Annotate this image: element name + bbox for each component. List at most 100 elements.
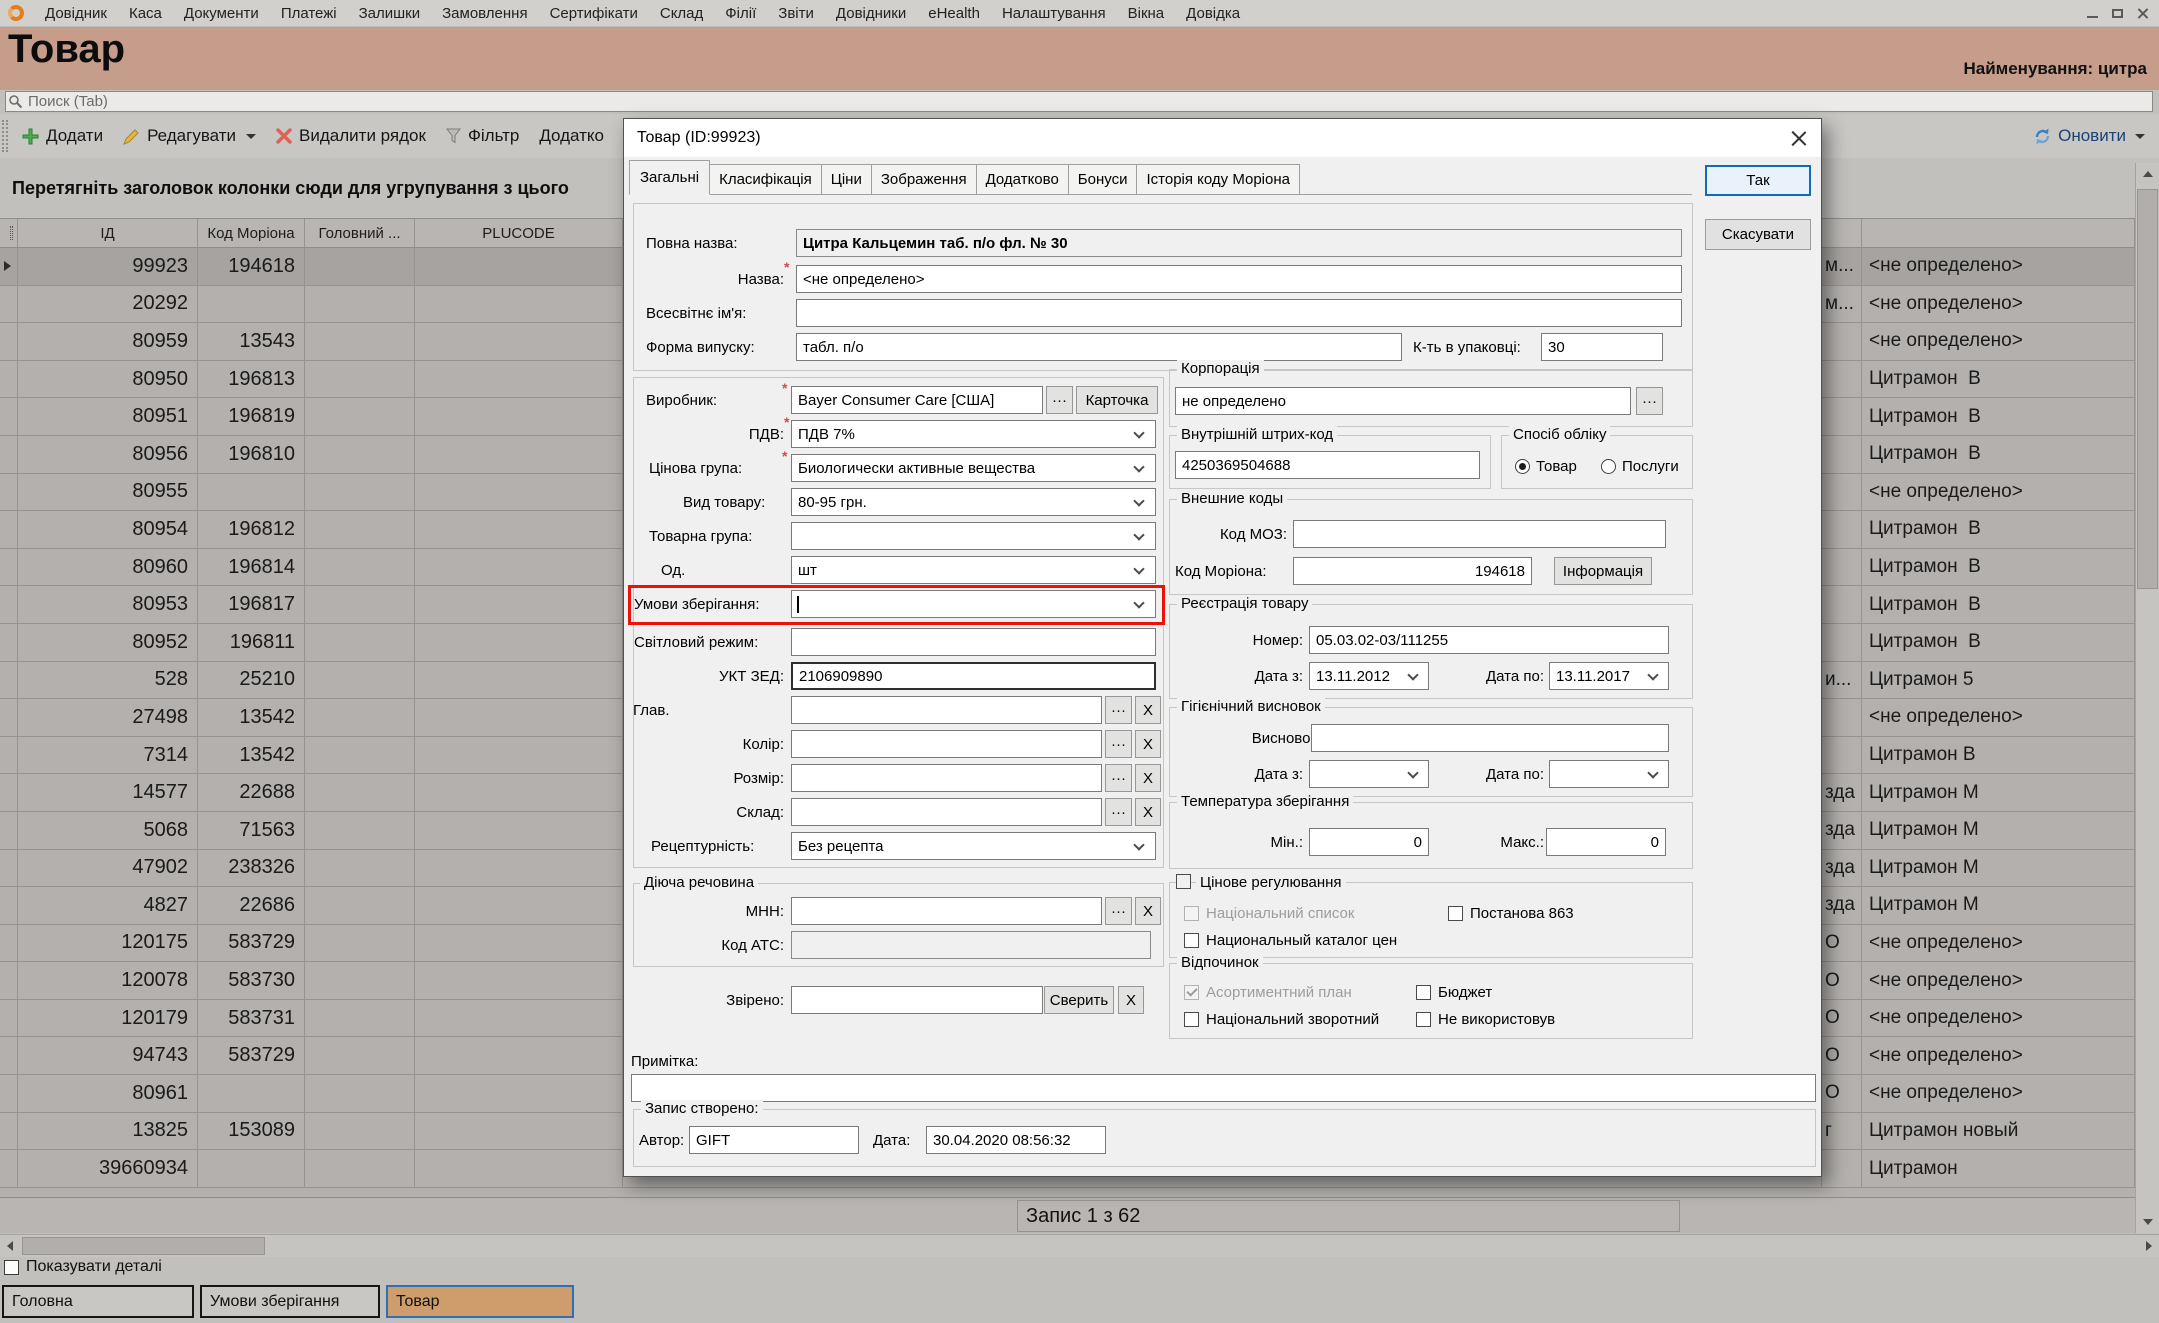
bottom-tab-holovna[interactable]: Головна xyxy=(2,1285,194,1318)
moz-code-field[interactable] xyxy=(1293,520,1666,548)
menu-zamovlennia[interactable]: Замовлення xyxy=(431,0,538,26)
light-mode-field[interactable] xyxy=(791,628,1156,656)
verify-button[interactable]: Сверить xyxy=(1044,986,1114,1014)
dialog-close-icon[interactable] xyxy=(1790,129,1807,146)
budget-checkbox[interactable] xyxy=(1416,985,1431,1000)
product-group-combobox[interactable] xyxy=(791,522,1156,550)
menu-ehealth[interactable]: eHealth xyxy=(917,0,991,26)
menu-dokumenty[interactable]: Документи xyxy=(173,0,270,26)
price-group-combobox[interactable]: Биологически активные вещества xyxy=(791,454,1156,482)
header-plucode[interactable]: PLUCODE xyxy=(415,219,623,247)
vertical-scroll-thumb[interactable] xyxy=(2137,189,2158,589)
menu-zvity[interactable]: Звіти xyxy=(767,0,825,26)
edit-button[interactable]: Редагувати xyxy=(113,114,266,158)
tab-zobrazhennia[interactable]: Зображення xyxy=(871,164,977,195)
name-field[interactable]: <не определено> xyxy=(796,265,1682,293)
bottom-tab-umovy-zberihannia[interactable]: Умови зберігання xyxy=(200,1285,380,1318)
national-return-checkbox[interactable] xyxy=(1184,1012,1199,1027)
menu-dovidnyk[interactable]: Довідник xyxy=(34,0,118,26)
tab-tsiny[interactable]: Ціни xyxy=(821,164,872,195)
glav-clear-button[interactable]: X xyxy=(1135,696,1161,724)
note-field[interactable] xyxy=(631,1074,1816,1102)
morion-code-field[interactable]: 194618 xyxy=(1293,557,1532,585)
close-icon[interactable] xyxy=(2137,7,2149,19)
tab-zahalni[interactable]: Загальні xyxy=(629,160,710,195)
header-morion-code[interactable]: Код Моріона xyxy=(198,219,305,247)
composition-clear-button[interactable]: X xyxy=(1135,798,1161,826)
menu-platezhi[interactable]: Платежі xyxy=(270,0,348,26)
postanova-863-checkbox[interactable] xyxy=(1448,906,1463,921)
producer-field[interactable]: Bayer Consumer Care [США] xyxy=(791,386,1043,414)
menu-dovidnyky[interactable]: Довідники xyxy=(825,0,917,26)
color-clear-button[interactable]: X xyxy=(1135,730,1161,758)
mnn-field[interactable] xyxy=(791,897,1102,925)
mnn-clear-button[interactable]: X xyxy=(1135,897,1161,925)
menu-zalyshky[interactable]: Залишки xyxy=(348,0,432,26)
show-details-toggle[interactable]: Показувати деталі xyxy=(4,1258,162,1276)
temperature-min-field[interactable]: 0 xyxy=(1309,828,1429,856)
vertical-scrollbar[interactable] xyxy=(2135,163,2159,1233)
size-clear-button[interactable]: X xyxy=(1135,764,1161,792)
checkbox-icon[interactable] xyxy=(4,1260,19,1275)
ok-button[interactable]: Так xyxy=(1705,165,1811,196)
scroll-right-icon[interactable] xyxy=(2139,1235,2159,1257)
delete-row-button[interactable]: Видалити рядок xyxy=(266,114,436,158)
producer-card-button[interactable]: Карточка xyxy=(1076,386,1158,414)
header-main[interactable]: Головний ... xyxy=(305,219,415,247)
menu-sklad[interactable]: Склад xyxy=(649,0,714,26)
producer-browse-button[interactable]: ··· xyxy=(1046,386,1073,414)
product-kind-combobox[interactable]: 80-95 грн. xyxy=(791,488,1156,516)
pack-qty-field[interactable]: 30 xyxy=(1541,333,1663,361)
additional-button[interactable]: Додатко xyxy=(529,114,614,158)
glav-browse-button[interactable]: ··· xyxy=(1105,696,1132,724)
dialog-titlebar[interactable]: Товар (ID:99923) xyxy=(624,119,1821,157)
composition-browse-button[interactable]: ··· xyxy=(1105,798,1132,826)
verified-clear-button[interactable]: X xyxy=(1118,986,1144,1014)
scroll-up-icon[interactable] xyxy=(2136,163,2159,185)
radio-tovar[interactable] xyxy=(1515,459,1530,474)
glav-field[interactable] xyxy=(791,696,1102,724)
world-name-field[interactable] xyxy=(796,299,1682,327)
minimize-icon[interactable] xyxy=(2087,16,2098,18)
cancel-button[interactable]: Скасувати xyxy=(1705,219,1811,250)
filter-button[interactable]: Фільтр xyxy=(436,114,529,158)
composition-field[interactable] xyxy=(791,798,1102,826)
scroll-down-icon[interactable] xyxy=(2136,1211,2159,1233)
vat-combobox[interactable]: ПДВ 7% xyxy=(791,420,1156,448)
menu-kasa[interactable]: Каса xyxy=(118,0,173,26)
size-field[interactable] xyxy=(791,764,1102,792)
unit-combobox[interactable]: шт xyxy=(791,556,1156,584)
temperature-max-field[interactable]: 0 xyxy=(1546,828,1666,856)
radio-posluhy[interactable] xyxy=(1601,459,1616,474)
tab-dodatkovo[interactable]: Додатково xyxy=(976,164,1069,195)
corporation-field[interactable]: не определено xyxy=(1175,387,1631,415)
national-catalog-checkbox[interactable] xyxy=(1184,933,1199,948)
tab-klasyfikatsiia[interactable]: Класифікація xyxy=(709,164,822,195)
header-id[interactable]: ІД xyxy=(18,219,198,247)
barcode-field[interactable]: 4250369504688 xyxy=(1175,451,1480,479)
release-form-field[interactable]: табл. п/о xyxy=(796,333,1402,361)
size-browse-button[interactable]: ··· xyxy=(1105,764,1132,792)
information-button[interactable]: Інформація xyxy=(1554,557,1652,585)
price-regulation-checkbox[interactable] xyxy=(1176,874,1191,889)
menu-dovidka[interactable]: Довідка xyxy=(1175,0,1251,26)
scroll-left-icon[interactable] xyxy=(0,1235,20,1257)
color-browse-button[interactable]: ··· xyxy=(1105,730,1132,758)
tab-istoriia-kodu-moriona[interactable]: Історія коду Моріона xyxy=(1136,164,1300,195)
add-button[interactable]: Додати xyxy=(12,114,113,158)
horizontal-scroll-thumb[interactable] xyxy=(22,1237,265,1255)
hygiene-conclusion-field[interactable] xyxy=(1311,724,1669,752)
not-used-checkbox[interactable] xyxy=(1416,1012,1431,1027)
tab-bonusy[interactable]: Бонуси xyxy=(1068,164,1138,195)
mnn-browse-button[interactable]: ··· xyxy=(1105,897,1132,925)
menu-sertyfikaty[interactable]: Сертифікати xyxy=(539,0,649,26)
search-input[interactable]: Поиск (Tab) xyxy=(5,91,2153,112)
ukt-zed-field[interactable]: 2106909890 xyxy=(791,662,1156,690)
corporation-browse-button[interactable]: ··· xyxy=(1636,387,1663,415)
color-field[interactable] xyxy=(791,730,1102,758)
prescription-combobox[interactable]: Без рецепта xyxy=(791,832,1156,860)
refresh-button[interactable]: Оновити xyxy=(2033,126,2159,146)
menu-vikna[interactable]: Вікна xyxy=(1117,0,1176,26)
bottom-tab-tovar[interactable]: Товар xyxy=(386,1285,574,1318)
menu-filii[interactable]: Філії xyxy=(714,0,767,26)
